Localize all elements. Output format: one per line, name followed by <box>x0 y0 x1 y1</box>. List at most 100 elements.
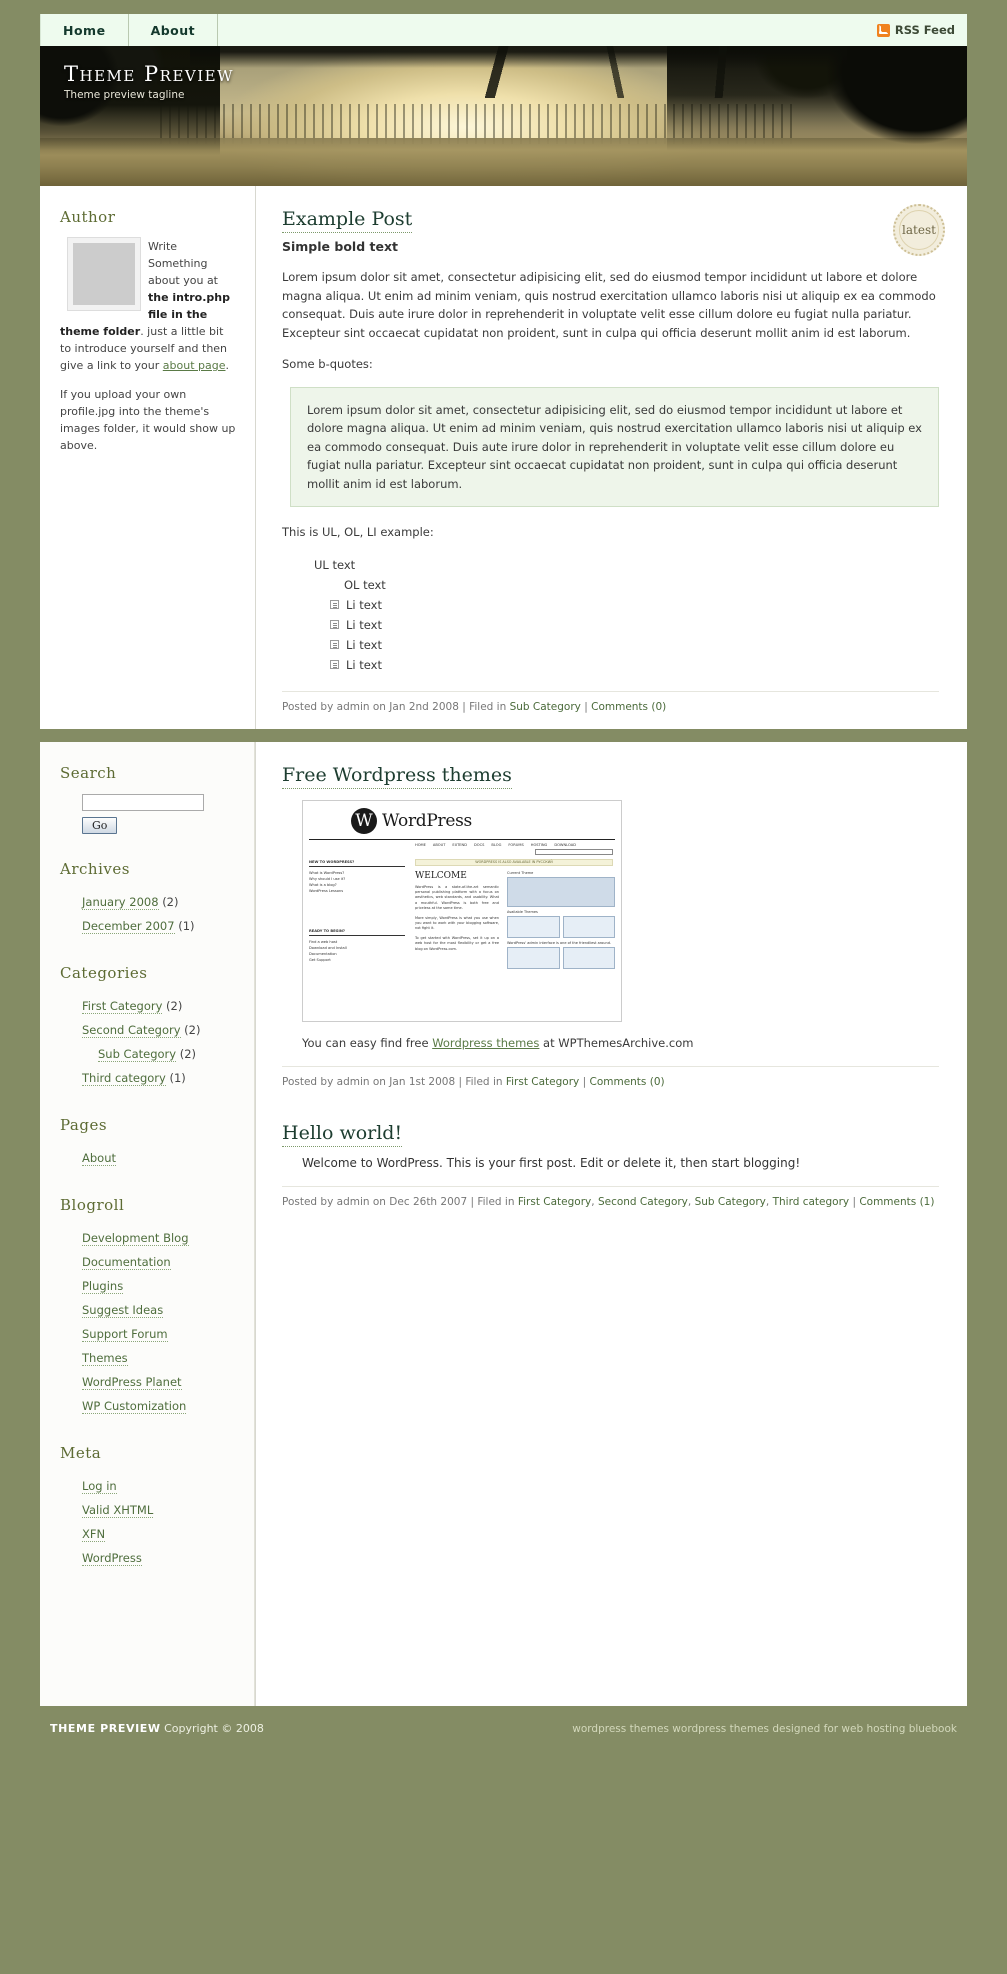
archive-link-january-2008[interactable]: January 2008 <box>82 894 159 910</box>
archives-heading: Archives <box>60 859 130 878</box>
list-item: First Category (2) <box>60 994 236 1018</box>
list-item: Development Blog <box>60 1226 236 1250</box>
hello-world-meta-sep: | <box>849 1195 860 1208</box>
main-content-panel: Search Go Archives January 2008 (2) Dece… <box>40 741 967 1752</box>
free-themes-post-article: Free Wordpress themes WordPress HOME ABO… <box>282 763 939 1088</box>
posts-column: Free Wordpress themes WordPress HOME ABO… <box>255 741 967 1752</box>
nav-tab-about[interactable]: About <box>129 14 219 46</box>
list-item: Sub Category (2) <box>60 1042 236 1066</box>
category-link-third[interactable]: Third category <box>82 1070 166 1086</box>
wordpress-themes-link[interactable]: Wordpress themes <box>432 1036 539 1050</box>
free-themes-comments-link[interactable]: Comments (0) <box>589 1076 664 1088</box>
blogroll-link-documentation[interactable]: Documentation <box>82 1254 171 1270</box>
free-themes-post-title-link[interactable]: Free Wordpress themes <box>282 763 512 789</box>
search-go-button[interactable]: Go <box>82 816 118 834</box>
example-post-comments-link[interactable]: Comments (0) <box>591 701 666 713</box>
hello-world-post-article: Hello world! Welcome to WordPress. This … <box>282 1121 939 1208</box>
hello-world-comments-link[interactable]: Comments (1) <box>859 1196 934 1208</box>
top-content-panel: Author Write Something about you at the … <box>40 186 967 729</box>
archive-link-december-2007[interactable]: December 2007 <box>82 918 175 934</box>
blogroll-link-support-forum[interactable]: Support Forum <box>82 1326 168 1342</box>
list-bullet-icon <box>330 640 339 649</box>
header-branches <box>190 46 847 98</box>
nav-tab-about-label: About <box>150 22 196 38</box>
list-item: Li text <box>330 655 939 675</box>
search-input[interactable] <box>82 793 204 811</box>
hello-world-cat-second[interactable]: Second Category <box>598 1196 688 1208</box>
example-post-para-2: Some b-quotes: <box>282 357 373 371</box>
wordpress-wordmark: WordPress <box>382 810 472 831</box>
site-header-banner: Theme Preview Theme preview tagline <box>40 46 967 186</box>
list-item-ol: OL text <box>344 577 386 592</box>
list-item: Log in <box>60 1474 236 1498</box>
hello-world-post-meta: Posted by admin on Dec 26th 2007 | Filed… <box>282 1185 939 1208</box>
screenshot-body-3: To get started with WordPress, set it up… <box>415 935 499 951</box>
example-post-title-link[interactable]: Example Post <box>282 208 413 233</box>
footer-credit: wordpress themes wordpress themes design… <box>572 1722 957 1735</box>
blogroll-link-wp-customization[interactable]: WP Customization <box>82 1398 187 1414</box>
screenshot-right-column: Current Theme Available Themes WordPress… <box>507 871 615 972</box>
list-item: WordPress <box>60 1546 236 1570</box>
meta-link-wordpress[interactable]: WordPress <box>82 1550 142 1566</box>
hello-world-cat-sub[interactable]: Sub Category <box>695 1196 766 1208</box>
example-post-meta-sep: | <box>580 700 592 713</box>
list-item: About <box>60 1146 236 1170</box>
meta-link-log-in[interactable]: Log in <box>82 1478 117 1494</box>
nav-tab-home-label: Home <box>63 22 106 38</box>
screenshot-nav-item: BLOG <box>491 842 502 847</box>
example-post-para-3: This is UL, OL, LI example: <box>282 525 434 539</box>
category-count: (2) <box>184 1022 201 1037</box>
site-footer: THEME PREVIEW Copyright © 2008 wordpress… <box>0 1705 1007 1752</box>
screenshot-left-item: WordPress Lessons <box>309 888 344 893</box>
screenshot-right-caption-1: Current Theme <box>507 870 534 875</box>
screenshot-thumb-row-2 <box>507 946 615 972</box>
meta-link-valid-xhtml[interactable]: Valid XHTML <box>82 1502 154 1518</box>
list-item-label: Li text <box>346 617 382 632</box>
meta-heading: Meta <box>60 1443 102 1462</box>
free-themes-category-link[interactable]: First Category <box>506 1076 579 1088</box>
screenshot-banner: WORDPRESS IS ALSO AVAILABLE IN РУССКИЙ <box>415 858 613 866</box>
footer-copyright: Copyright © 2008 <box>164 1722 264 1735</box>
blogroll-link-themes[interactable]: Themes <box>82 1350 128 1366</box>
blogroll-link-plugins[interactable]: Plugins <box>82 1278 124 1294</box>
screenshot-nav-item: FORUMS <box>508 842 524 847</box>
author-bio-para-2: If you upload your own profile.jpg into … <box>60 388 236 452</box>
screenshot-thumb <box>507 946 560 969</box>
author-sidebar: Author Write Something about you at the … <box>40 186 255 729</box>
hello-world-post-title-link[interactable]: Hello world! <box>282 1121 403 1147</box>
category-link-sub[interactable]: Sub Category <box>98 1046 177 1062</box>
list-item-label: Li text <box>346 657 382 672</box>
hello-world-post-body: Welcome to WordPress. This is your first… <box>302 1155 801 1170</box>
example-post-category-link[interactable]: Sub Category <box>510 701 581 713</box>
screenshot-left-heading-1: NEW TO WORDPRESS? <box>309 859 405 867</box>
header-text-block: Theme Preview Theme preview tagline <box>64 62 234 101</box>
list-item: WordPress Planet <box>60 1370 236 1394</box>
screenshot-nav: HOME ABOUT EXTEND DOCS BLOG FORUMS HOSTI… <box>415 843 613 847</box>
about-page-link[interactable]: about page <box>163 359 226 372</box>
rss-feed-link[interactable]: RSS Feed <box>876 14 967 46</box>
archive-count: (2) <box>162 894 179 909</box>
page-link-about[interactable]: About <box>82 1150 117 1166</box>
author-bio-end: . <box>225 359 230 372</box>
blogroll-link-wordpress-planet[interactable]: WordPress Planet <box>82 1374 182 1390</box>
category-link-first[interactable]: First Category <box>82 998 163 1014</box>
category-link-second[interactable]: Second Category <box>82 1022 181 1038</box>
meta-link-xfn[interactable]: XFN <box>82 1526 106 1542</box>
nav-tab-home[interactable]: Home <box>40 14 129 46</box>
blogroll-link-development-blog[interactable]: Development Blog <box>82 1230 189 1246</box>
site-title[interactable]: Theme Preview <box>64 62 234 86</box>
hello-world-cat-first[interactable]: First Category <box>518 1196 591 1208</box>
latest-badge-label: latest <box>902 223 936 237</box>
list-item: Support Forum <box>60 1322 236 1346</box>
screenshot-rule <box>309 838 615 840</box>
footer-title: THEME PREVIEW <box>50 1722 161 1735</box>
list-item: Second Category (2) <box>60 1018 236 1042</box>
screenshot-nav-item: HOSTING <box>530 842 548 847</box>
hello-world-post-title: Hello world! <box>282 1121 939 1147</box>
rss-icon <box>876 23 890 37</box>
hello-world-cat-third[interactable]: Third category <box>773 1196 850 1208</box>
list-item-ul: UL text <box>314 557 356 572</box>
blogroll-link-suggest-ideas[interactable]: Suggest Ideas <box>82 1302 164 1318</box>
example-post-meta-prefix: Posted by admin on Jan 2nd 2008 | Filed … <box>282 700 510 713</box>
list-item: Suggest Ideas <box>60 1298 236 1322</box>
